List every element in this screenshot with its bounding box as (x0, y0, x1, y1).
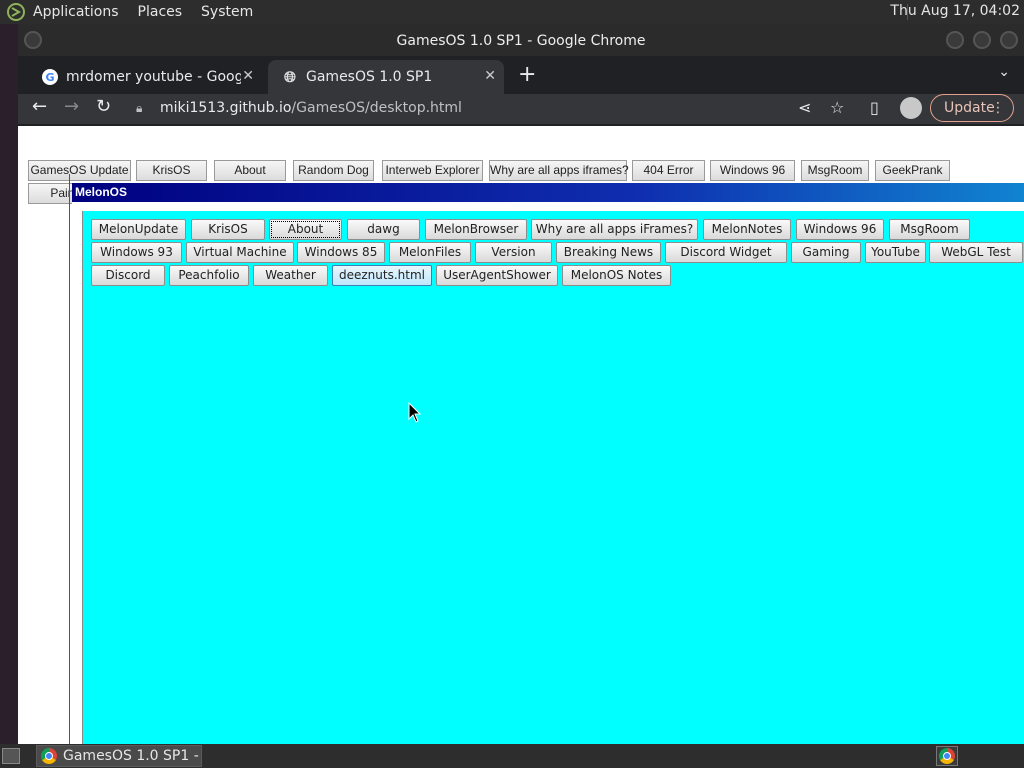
update-label: Update (944, 100, 995, 116)
melon-msgroom-button[interactable]: MsgRoom (889, 219, 970, 240)
window-menu-button[interactable] (24, 31, 42, 49)
melon-deeznuts-html-button[interactable]: deeznuts.html (332, 265, 432, 286)
taskbar-item-label: GamesOS 1.0 SP1 - Google Chrome (63, 748, 201, 764)
gamesos-about-button[interactable]: About (214, 160, 286, 181)
google-g-icon: G (42, 69, 58, 85)
melon-about-button[interactable]: About (269, 219, 342, 240)
gamesos-404-error-button[interactable]: 404 Error (632, 160, 705, 181)
bookmark-star-icon[interactable]: ☆ (830, 98, 844, 117)
menu-system[interactable]: System (201, 4, 253, 20)
url-host: miki1513.github.io (160, 100, 292, 116)
chrome-icon (41, 748, 57, 764)
close-tab-icon[interactable]: ✕ (484, 68, 496, 84)
melon-krisos-button[interactable]: KrisOS (191, 219, 265, 240)
bottom-taskbar: GamesOS 1.0 SP1 - Google Chrome (0, 744, 1024, 768)
melon-windows-93-button[interactable]: Windows 93 (91, 242, 182, 263)
kebab-menu-icon[interactable]: ⋮ (991, 95, 1005, 121)
lock-icon[interactable]: 🔒︎ (136, 94, 142, 122)
tab-google-search[interactable]: G mrdomer youtube - Google Search ✕ (28, 60, 262, 94)
menu-places[interactable]: Places (138, 4, 183, 20)
reload-icon[interactable]: ↻ (96, 96, 111, 117)
window-titlebar[interactable]: GamesOS 1.0 SP1 - Google Chrome (18, 24, 1024, 56)
tab-gamesos[interactable]: 🌐︎ GamesOS 1.0 SP1 ✕ (268, 60, 504, 94)
melon-useragentshower-button[interactable]: UserAgentShower (436, 265, 558, 286)
melon-youtube-button[interactable]: YouTube (865, 242, 926, 263)
gamesos-random-dog-button[interactable]: Random Dog (293, 160, 374, 181)
gamesos-msgroom-button[interactable]: MsgRoom (801, 160, 869, 181)
gamesos-why-are-all-apps-iframes-button[interactable]: Why are all apps iframes? (489, 160, 629, 181)
melon-discord-widget-button[interactable]: Discord Widget (665, 242, 787, 263)
melon-melonfiles-button[interactable]: MelonFiles (389, 242, 471, 263)
melon-gaming-button[interactable]: Gaming (791, 242, 861, 263)
melon-webgl-test-button[interactable]: WebGL Test (929, 242, 1023, 263)
melon-why-are-all-apps-iframes-button[interactable]: Why are all apps iFrames? (531, 219, 698, 240)
taskbar-item-chrome[interactable]: GamesOS 1.0 SP1 - Google Chrome (36, 745, 202, 767)
address-bar[interactable]: 🔒︎ miki1513.github.io/GamesOS/desktop.ht… (128, 94, 818, 122)
tab-title: GamesOS 1.0 SP1 (306, 69, 433, 85)
new-tab-plus-icon[interactable]: + (518, 62, 536, 87)
melon-melonnotes-button[interactable]: MelonNotes (703, 219, 791, 240)
desktop-background (0, 24, 18, 744)
browser-toolbar: ← → ↻ 🔒︎ miki1513.github.io/GamesOS/desk… (18, 94, 1024, 124)
update-button[interactable]: Update ⋮ (930, 94, 1014, 122)
desktop-divider (69, 174, 70, 744)
globe-icon: 🌐︎ (283, 68, 296, 86)
mouse-cursor-icon (408, 401, 422, 428)
browser-window: GamesOS 1.0 SP1 - Google Chrome G mrdome… (18, 24, 1024, 744)
profile-avatar-icon[interactable] (900, 97, 922, 119)
chrome-icon (939, 748, 955, 764)
clock[interactable]: Thu Aug 17, 04:02 (890, 3, 1020, 19)
melon-dawg-button[interactable]: dawg (347, 219, 420, 240)
gamesos-windows-96-button[interactable]: Windows 96 (710, 160, 795, 181)
melon-breaking-news-button[interactable]: Breaking News (556, 242, 661, 263)
melon-windows-85-button[interactable]: Windows 85 (297, 242, 385, 263)
menu-applications[interactable]: Applications (33, 4, 119, 20)
share-icon[interactable]: ⋖ (798, 98, 811, 117)
url-path: /GamesOS/desktop.html (291, 100, 462, 116)
side-panel-icon[interactable]: ▯ (870, 98, 879, 117)
window-title: GamesOS 1.0 SP1 - Google Chrome (396, 33, 646, 49)
close-window-button[interactable] (1000, 31, 1018, 49)
tray-chrome-icon[interactable] (936, 746, 958, 766)
top-panel: Applications Places System Thu Aug 17, 0… (0, 0, 1024, 24)
melon-version-button[interactable]: Version (475, 242, 552, 263)
gamesos-gamesos-update-button[interactable]: GamesOS Update (28, 160, 131, 181)
gamesos-interweb-explorer-button[interactable]: Interweb Explorer (382, 160, 483, 181)
melon-windows-96-button[interactable]: Windows 96 (796, 219, 884, 240)
melonos-iframe: MelonUpdate KrisOS About dawg MelonBrowser Wh… (82, 211, 1024, 744)
tab-title: mrdomer youtube - Google Search (66, 69, 241, 85)
melonos-window-title[interactable]: MelonOS (72, 183, 1024, 202)
minimize-button[interactable] (946, 31, 964, 49)
maximize-button[interactable] (973, 31, 991, 49)
back-arrow-icon[interactable]: ← (32, 96, 47, 117)
tab-search-chevron-icon[interactable]: ⌄ (998, 64, 1010, 80)
melon-peachfolio-button[interactable]: Peachfolio (169, 265, 249, 286)
melonos-window: MelonOS MelonUpdate KrisOS About dawg MelonB… (72, 183, 1024, 744)
distro-logo-icon[interactable] (5, 1, 27, 23)
gamesos-geekprank-button[interactable]: GeekPrank (875, 160, 950, 181)
melon-melonos-notes-button[interactable]: MelonOS Notes (562, 265, 671, 286)
melon-melonbrowser-button[interactable]: MelonBrowser (425, 219, 527, 240)
close-tab-icon[interactable]: ✕ (242, 68, 254, 84)
melon-melonupdate-button[interactable]: MelonUpdate (91, 219, 186, 240)
forward-arrow-icon[interactable]: → (64, 96, 79, 117)
melon-weather-button[interactable]: Weather (253, 265, 328, 286)
melon-virtual-machine-button[interactable]: Virtual Machine (186, 242, 294, 263)
page-viewport: GamesOS Update KrisOS About Random Dog Inter… (18, 126, 1024, 744)
tab-strip: G mrdomer youtube - Google Search ✕ 🌐︎ G… (18, 56, 1024, 94)
melon-discord-button[interactable]: Discord (91, 265, 165, 286)
show-desktop-icon[interactable] (2, 748, 20, 764)
gamesos-krisos-button[interactable]: KrisOS (136, 160, 207, 181)
